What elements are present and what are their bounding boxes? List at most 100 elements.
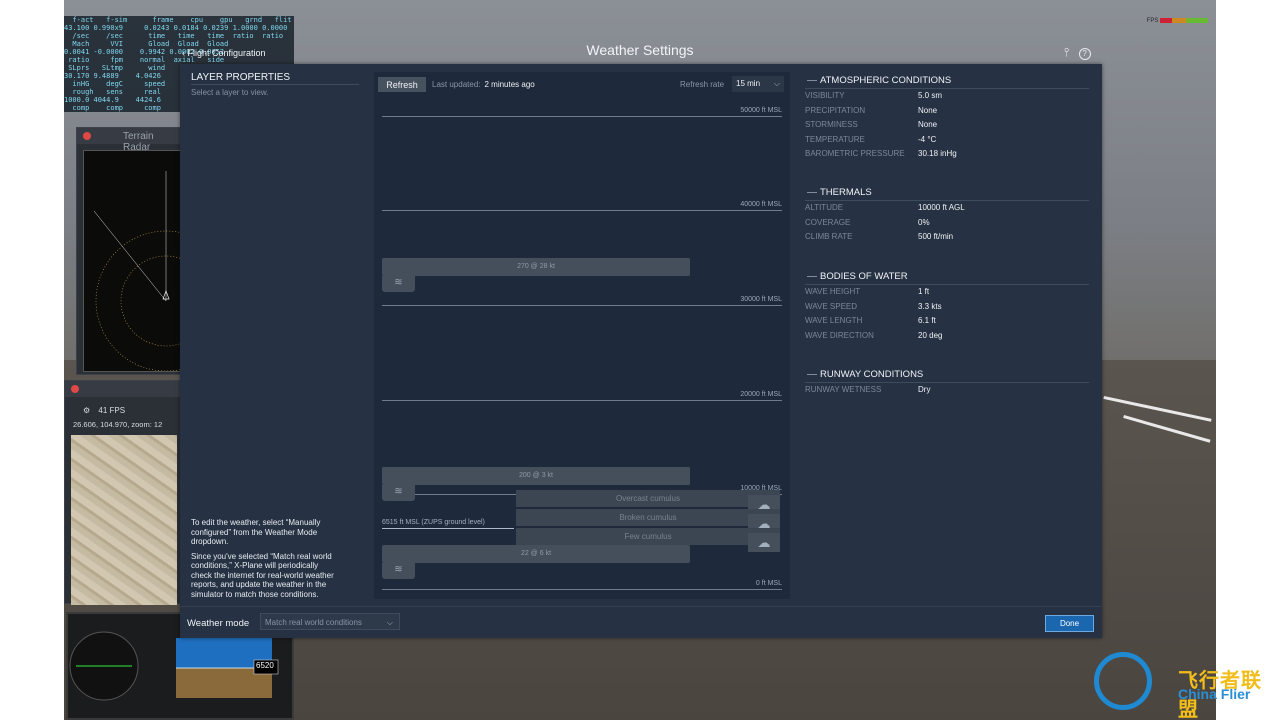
- condition-key: TEMPERATURE: [805, 134, 865, 144]
- altitude-label: 50000 ft MSL: [740, 107, 782, 114]
- wind-layer-label: 22 @ 6 kt: [520, 550, 552, 557]
- wind-icon: ≋: [382, 276, 415, 292]
- close-icon[interactable]: [71, 385, 79, 393]
- condition-key: PRECIPITATION: [805, 105, 866, 115]
- wind-layer[interactable]: 22 @ 6 kt: [382, 545, 690, 563]
- condition-key: ALTITUDE: [805, 203, 844, 212]
- altitude-readout: 6520: [256, 661, 274, 670]
- divider: [191, 84, 359, 85]
- cloud-layer[interactable]: Overcast cumulus: [516, 490, 780, 507]
- condition-row: RUNWAY WETNESS Dry: [805, 381, 1089, 396]
- weather-mode-label: Weather mode: [187, 618, 250, 629]
- condition-row: CLIMB RATE 500 ft/min: [805, 228, 1089, 243]
- condition-key: STORMINESS: [805, 120, 858, 129]
- wind-icon: ≋: [382, 485, 415, 501]
- data-output-row: /sec /sec time time time ratio ratio: [64, 32, 284, 40]
- help-icon[interactable]: ?: [1078, 48, 1091, 60]
- cloud-layer-label: Few cumulus: [624, 532, 672, 541]
- condition-value: 3.3 kts: [918, 301, 942, 311]
- runway-conditions-section: RUNWAY CONDITIONS RUNWAY WETNESS Dry: [805, 369, 1089, 396]
- window-titlebar[interactable]: Terrain Radar: [77, 128, 181, 153]
- header-icons: ⫯ ?: [1064, 45, 1091, 60]
- section-header: THERMALS: [805, 187, 1089, 201]
- radar-sweep-graphic: [93, 171, 180, 371]
- terrain-map[interactable]: [71, 435, 177, 605]
- altitude-line: [382, 116, 782, 117]
- edit-note-text: Since you've selected “Match real world …: [191, 551, 334, 599]
- layer-hint: Select a layer to view.: [191, 88, 269, 97]
- window-titlebar[interactable]: [65, 381, 181, 397]
- last-updated-label: Last updated:: [432, 80, 481, 89]
- condition-row: VISIBILITY 5.0 sm: [805, 87, 1089, 102]
- condition-key: COVERAGE: [805, 217, 851, 227]
- edit-note: To edit the weather, select “Manually co…: [191, 518, 341, 604]
- condition-key: RUNWAY WETNESS: [805, 385, 882, 394]
- data-output-row: f-act f-sim frame cpu gpu grnd flit: [64, 16, 292, 24]
- section-title: THERMALS: [820, 187, 872, 198]
- condition-value: None: [918, 105, 938, 115]
- condition-key: BAROMETRIC PRESSURE: [805, 149, 905, 158]
- condition-value: None: [918, 120, 938, 129]
- section-header: BODIES OF WATER: [805, 271, 1089, 285]
- back-link[interactable]: ‹ Flight Configuration: [182, 48, 266, 58]
- atmospheric-conditions-section: ATMOSPHERIC CONDITIONS VISIBILITY 5.0 sm …: [805, 75, 1089, 160]
- altitude-label: 20000 ft MSL: [740, 391, 782, 398]
- done-button[interactable]: Done: [1045, 615, 1094, 632]
- sliders-icon[interactable]: ⫯: [1064, 45, 1069, 59]
- close-icon[interactable]: [83, 132, 91, 140]
- cloud-layer-label: Overcast cumulus: [615, 494, 681, 503]
- data-output-row: 43.100 0.990x9 0.0243 0.0184 0.0239 1.00…: [64, 24, 288, 32]
- condition-key: WAVE SPEED: [805, 301, 858, 311]
- condition-value: 500 ft/min: [918, 232, 954, 241]
- section-header: RUNWAY CONDITIONS: [805, 369, 1089, 383]
- section-header: ATMOSPHERIC CONDITIONS: [805, 75, 1089, 89]
- back-link-label: Flight Configuration: [187, 48, 266, 58]
- chevron-down-icon: ⌵: [773, 79, 780, 88]
- section-title: ATMOSPHERIC CONDITIONS: [820, 75, 952, 86]
- wind-layer[interactable]: 270 @ 28 kt: [382, 258, 690, 276]
- altitude-line: [382, 400, 782, 401]
- condition-value: 30.18 inHg: [918, 149, 957, 158]
- cloud-layer[interactable]: Few cumulus: [516, 528, 780, 545]
- condition-row: COVERAGE 0%: [805, 214, 1089, 229]
- condition-row: WAVE HEIGHT 1 ft: [805, 283, 1089, 298]
- fps-indicator: FPS: [1147, 18, 1208, 24]
- refresh-button[interactable]: Refresh: [378, 77, 426, 92]
- condition-key: WAVE DIRECTION: [805, 330, 874, 340]
- condition-key: CLIMB RATE: [805, 232, 853, 241]
- layer-properties-column: LAYER PROPERTIES Select a layer to view.…: [180, 64, 368, 604]
- cloud-layer-label: Broken cumulus: [619, 513, 677, 522]
- weather-dialog: LAYER PROPERTIES Select a layer to view.…: [180, 64, 1102, 638]
- altitude-label: 30000 ft MSL: [740, 296, 782, 303]
- condition-row: PRECIPITATION None: [805, 102, 1089, 117]
- gear-icon[interactable]: ⚙: [83, 406, 90, 415]
- layer-properties-title: LAYER PROPERTIES: [191, 72, 291, 83]
- weather-mode-select[interactable]: Match real world conditions ⌵: [260, 613, 400, 630]
- edit-note-text: To edit the weather, select “Manually co…: [191, 518, 321, 546]
- wind-layer[interactable]: 200 @ 3 kt: [382, 467, 690, 485]
- dialog-footer: Weather mode Match real world conditions…: [180, 606, 1102, 639]
- map-window[interactable]: ⚙ 41 FPS 26.606, 104.970, zoom: 12: [64, 380, 182, 605]
- wind-icon: ≋: [382, 563, 415, 579]
- last-updated: Last updated: 2 minutes ago: [432, 80, 535, 89]
- condition-value: 1 ft: [918, 287, 930, 296]
- condition-value: Dry: [918, 385, 931, 394]
- cloud-layer[interactable]: Broken cumulus: [516, 509, 780, 526]
- condition-value: 10000 ft AGL: [918, 203, 965, 212]
- condition-row: WAVE SPEED 3.3 kts: [805, 298, 1089, 313]
- condition-row: BAROMETRIC PRESSURE 30.18 inHg: [805, 145, 1089, 160]
- cloud-icon: ☁: [748, 533, 780, 552]
- altitude-line: [382, 305, 782, 306]
- last-updated-value: 2 minutes ago: [484, 80, 535, 89]
- altitude-label: 0 ft MSL: [755, 580, 782, 587]
- weather-mode-value: Match real world conditions: [265, 618, 362, 627]
- condition-key: VISIBILITY: [805, 91, 845, 100]
- terrain-radar-window[interactable]: Terrain Radar: [76, 127, 182, 375]
- condition-key: WAVE HEIGHT: [805, 287, 861, 296]
- refresh-rate-select[interactable]: 15 min ⌵: [732, 76, 784, 92]
- weather-layers-panel: Refresh Last updated: 2 minutes ago Refre…: [374, 72, 790, 599]
- altitude-line: [382, 589, 782, 590]
- altitude-label: 40000 ft MSL: [740, 201, 782, 208]
- map-fps: 41 FPS: [98, 406, 126, 415]
- condition-row: WAVE DIRECTION 20 deg: [805, 327, 1089, 342]
